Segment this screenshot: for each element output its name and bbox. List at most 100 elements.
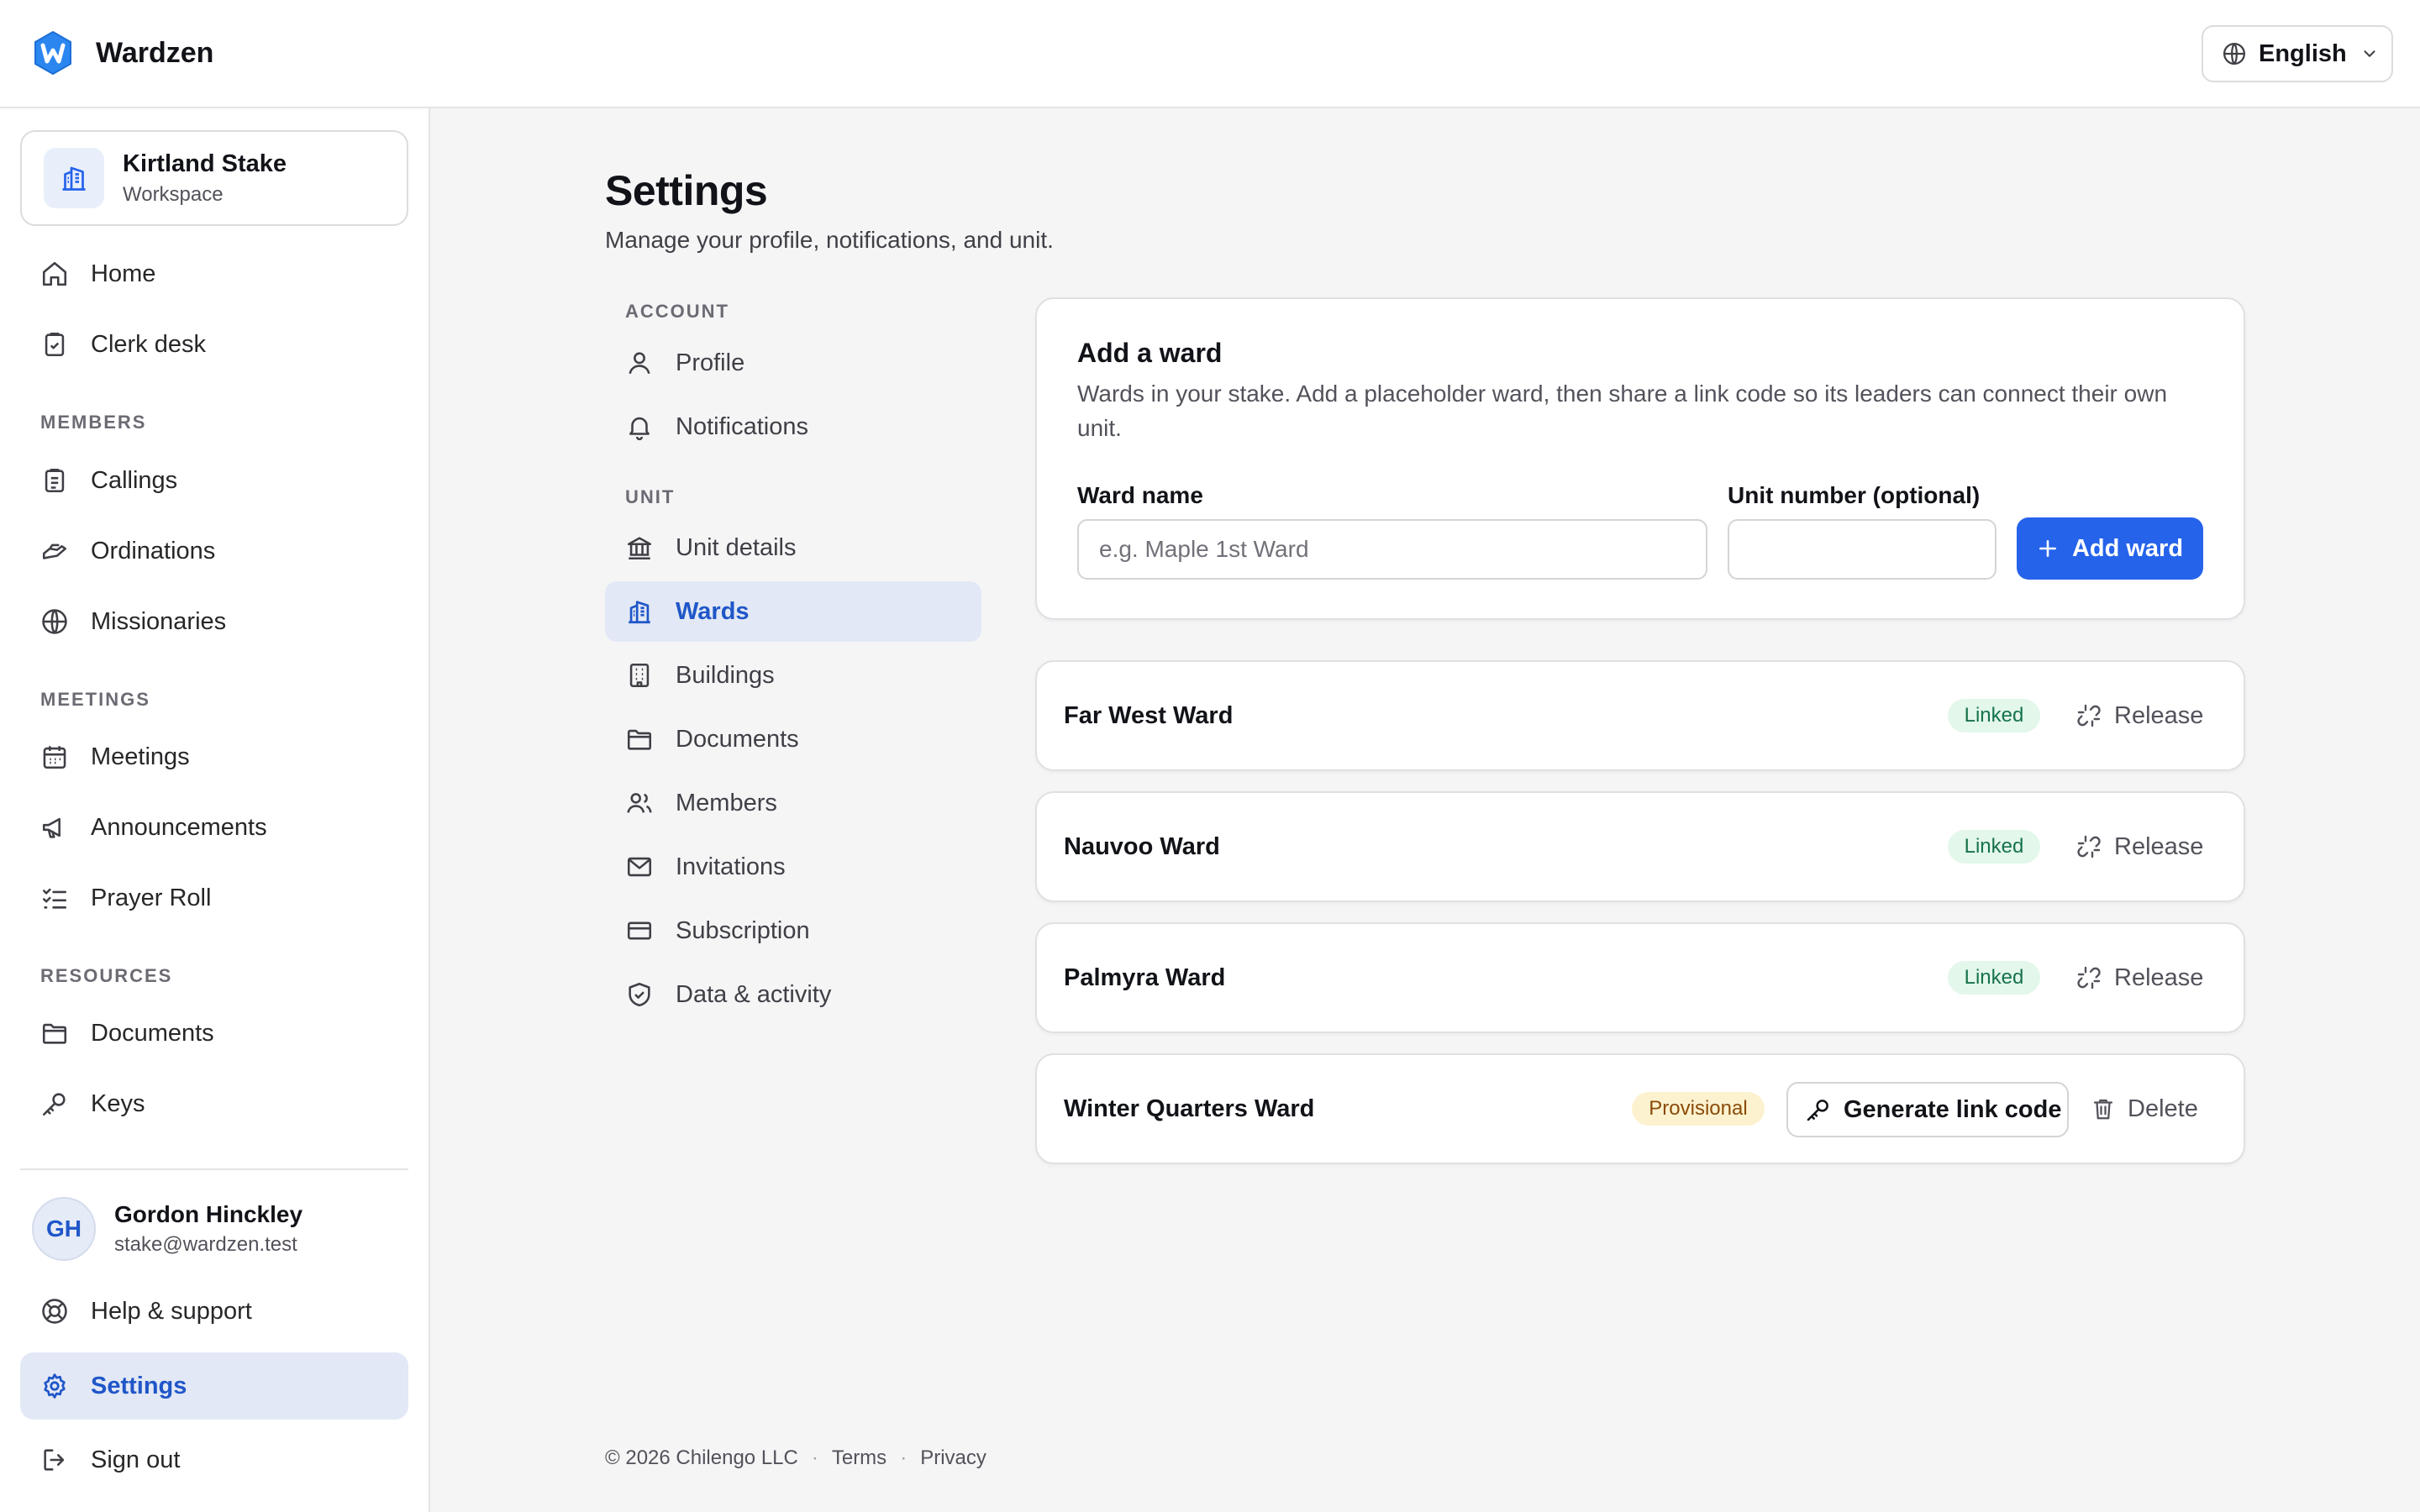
generate-link-code-button[interactable]: Generate link code — [1786, 1082, 2069, 1137]
gear-icon — [44, 1373, 66, 1399]
sidebar-item-home[interactable]: Home — [20, 240, 408, 307]
sidebar-item-settings[interactable]: Settings — [20, 1352, 408, 1420]
user-icon — [629, 352, 650, 375]
unit-number-label: Unit number (optional) — [1728, 482, 1981, 508]
sidebar-item-missionaries[interactable]: Missionaries — [20, 588, 408, 655]
add-ward-button[interactable]: Add ward — [2017, 517, 2203, 580]
user-name: Gordon Hinckley — [114, 1201, 303, 1227]
sidebar-item-label: Missionaries — [91, 607, 227, 635]
settings-tab-notifications[interactable]: Notifications — [605, 396, 981, 457]
sidebar-item-label: Meetings — [91, 743, 190, 770]
add-ward-button-label: Add ward — [2071, 534, 2184, 562]
credit-card-icon — [627, 921, 652, 940]
unit-number-input[interactable] — [1728, 519, 1996, 580]
sidebar-section-meetings: MEETINGS — [40, 689, 150, 710]
sidebar-item-keys[interactable]: Keys — [20, 1070, 408, 1137]
workspace-switcher[interactable]: Kirtland Stake Workspace — [20, 130, 408, 226]
workspace-name: Kirtland Stake — [123, 150, 287, 177]
user-profile[interactable]: GH Gordon Hinckley stake@wardzen.test — [32, 1197, 302, 1261]
delete-button[interactable]: Delete — [2091, 1082, 2198, 1136]
mail-icon — [627, 857, 652, 877]
sidebar-item-documents[interactable]: Documents — [20, 1000, 408, 1067]
settings-tab-label: Profile — [676, 349, 745, 376]
clipboard-list-icon — [45, 468, 65, 493]
ward-name-label: Ward name — [1077, 482, 1203, 508]
footer-separator: · — [900, 1446, 908, 1469]
ward-row-winter-quarters: Winter Quarters Ward Provisional Generat… — [1035, 1053, 2245, 1164]
release-label: Release — [2114, 963, 2204, 991]
sidebar-item-label: Callings — [91, 466, 178, 494]
settings-tab-members[interactable]: Members — [605, 773, 981, 833]
sidebar-item-label: Help & support — [91, 1297, 252, 1325]
chevron-down-icon — [2364, 50, 2375, 58]
top-bar: Wardzen English — [0, 0, 2420, 108]
settings-section-unit: UNIT — [625, 486, 676, 507]
release-label: Release — [2114, 832, 2204, 860]
sidebar-item-label: Settings — [91, 1372, 187, 1399]
landmark-icon — [627, 537, 652, 560]
sidebar-item-label: Announcements — [91, 813, 267, 841]
sidebar-item-ordinations[interactable]: Ordinations — [20, 517, 408, 585]
calendar-icon — [43, 746, 66, 769]
settings-tab-label: Unit details — [676, 533, 797, 561]
sidebar-item-prayer-roll[interactable]: Prayer Roll — [20, 864, 408, 932]
settings-tab-label: Members — [676, 789, 777, 816]
settings-tab-documents[interactable]: Documents — [605, 709, 981, 769]
generate-link-code-label: Generate link code — [1844, 1095, 2062, 1123]
sidebar-item-sign-out[interactable]: Sign out — [20, 1426, 408, 1494]
language-label: English — [2259, 39, 2347, 67]
privacy-link[interactable]: Privacy — [920, 1446, 986, 1470]
settings-tab-buildings[interactable]: Buildings — [605, 645, 981, 706]
settings-tab-invitations[interactable]: Invitations — [605, 837, 981, 897]
folder-icon — [42, 1023, 67, 1044]
release-button[interactable]: Release — [2075, 951, 2203, 1005]
ward-name: Winter Quarters Ward — [1064, 1095, 1315, 1122]
release-button[interactable]: Release — [2075, 820, 2203, 874]
key-icon — [42, 1093, 66, 1116]
megaphone-icon — [42, 817, 60, 838]
home-icon — [42, 261, 67, 286]
settings-tab-profile[interactable]: Profile — [605, 333, 981, 393]
terms-link[interactable]: Terms — [832, 1446, 886, 1470]
trash-icon — [2093, 1099, 2113, 1120]
user-email: stake@wardzen.test — [114, 1233, 297, 1256]
language-selector[interactable]: English — [2202, 25, 2393, 82]
sidebar: Kirtland Stake Workspace Home Clerk desk… — [0, 108, 430, 1512]
release-button[interactable]: Release — [2075, 689, 2203, 743]
avatar: GH — [32, 1197, 96, 1261]
sidebar-item-label: Sign out — [91, 1446, 181, 1473]
settings-tab-wards[interactable]: Wards — [605, 581, 981, 642]
release-label: Release — [2114, 701, 2204, 729]
page-title: Settings — [605, 167, 768, 214]
sidebar-section-members: MEMBERS — [40, 412, 147, 433]
sidebar-item-label: Home — [91, 260, 156, 287]
sidebar-item-meetings[interactable]: Meetings — [20, 723, 408, 790]
brand[interactable]: Wardzen — [32, 30, 213, 76]
settings-tab-data-activity[interactable]: Data & activity — [605, 964, 981, 1025]
folder-icon — [627, 729, 652, 750]
status-badge: Provisional — [1632, 1092, 1765, 1126]
building-icon — [629, 601, 650, 624]
sidebar-divider — [20, 1168, 408, 1170]
sidebar-section-resources: RESOURCES — [40, 965, 173, 986]
ward-name-input[interactable] — [1077, 519, 1707, 580]
clipboard-check-icon — [45, 332, 65, 357]
plus-icon — [2039, 540, 2056, 557]
sidebar-item-help-support[interactable]: Help & support — [20, 1278, 408, 1345]
settings-tab-unit-details[interactable]: Unit details — [605, 517, 981, 578]
hands-icon — [42, 543, 67, 559]
sidebar-item-announcements[interactable]: Announcements — [20, 794, 408, 861]
copyright-text: © 2026 Chilengo LLC — [605, 1446, 798, 1469]
lifebuoy-icon — [42, 1299, 67, 1324]
settings-tab-subscription[interactable]: Subscription — [605, 900, 981, 961]
users-icon — [627, 793, 652, 813]
page-subtitle: Manage your profile, notifications, and … — [605, 227, 1054, 253]
sidebar-item-clerk-desk[interactable]: Clerk desk — [20, 311, 408, 378]
ward-name: Palmyra Ward — [1064, 964, 1226, 991]
sidebar-item-callings[interactable]: Callings — [20, 447, 408, 514]
add-ward-title: Add a ward — [1077, 338, 1223, 368]
settings-tab-label: Buildings — [676, 661, 775, 689]
ward-row-far-west: Far West Ward Linked Release — [1035, 660, 2245, 771]
settings-tab-label: Documents — [676, 725, 799, 753]
app-name: Wardzen — [96, 36, 214, 69]
